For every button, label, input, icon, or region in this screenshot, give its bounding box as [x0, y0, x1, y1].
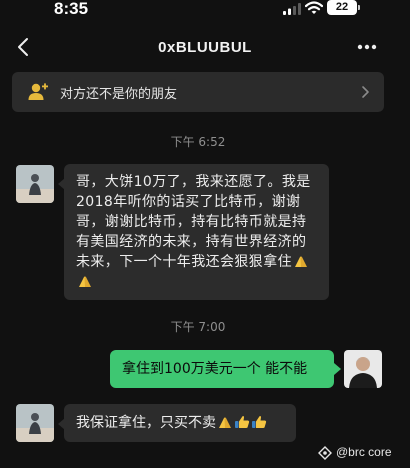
message-text: 拿住到100万美元一个 能不能	[122, 361, 308, 377]
person-add-icon	[28, 83, 48, 100]
chat-header: 0xBLUUBUL	[0, 30, 410, 66]
status-time: 8:35	[54, 0, 89, 18]
battery-tip	[358, 5, 360, 10]
avatar-image	[16, 404, 54, 442]
thumbs-up-emoji	[252, 416, 267, 428]
chevron-right-icon	[362, 86, 369, 98]
thumbs-up-emoji	[235, 416, 250, 428]
message-text: 哥，大饼10万了，我来还愿了。我是2018年听你的话买了比特币，谢谢哥，谢谢比特…	[76, 174, 311, 270]
not-friend-banner[interactable]: 对方还不是你的朋友	[12, 72, 384, 112]
battery-level: 22	[335, 1, 349, 13]
folded-hands-emoji	[219, 417, 231, 428]
self-avatar[interactable]	[344, 350, 382, 388]
message-bubble-outgoing[interactable]: 拿住到100万美元一个 能不能	[110, 350, 334, 388]
message-bubble-incoming[interactable]: 哥，大饼10万了，我来还愿了。我是2018年听你的话买了比特币，谢谢哥，谢谢比特…	[64, 164, 329, 300]
banner-text: 对方还不是你的朋友	[60, 87, 178, 102]
folded-hands-emoji	[295, 256, 307, 267]
more-dots-icon[interactable]	[355, 38, 379, 56]
avatar-image	[16, 165, 54, 203]
wifi-icon	[305, 1, 323, 14]
contact-avatar[interactable]	[16, 165, 54, 203]
message-bubble-incoming[interactable]: 我保证拿住，只买不卖	[64, 404, 296, 442]
message-timestamp: 下午 6:52	[170, 135, 226, 149]
message-text: 我保证拿住，只买不卖	[76, 415, 216, 431]
avatar-image	[344, 350, 382, 388]
chevron-left-icon[interactable]	[14, 36, 34, 58]
message-timestamp: 下午 7:00	[170, 320, 226, 334]
logo-icon	[318, 446, 332, 460]
status-bar: 8:35 22	[0, 0, 410, 22]
chat-title: 0xBLUUBUL	[158, 39, 252, 56]
signal-icon	[283, 3, 301, 15]
watermark-text: @brc core	[336, 445, 392, 459]
bubble-tail	[334, 363, 341, 375]
contact-avatar[interactable]	[16, 404, 54, 442]
folded-hands-emoji	[79, 276, 91, 287]
watermark: @brc core	[318, 444, 410, 462]
battery-indicator: 22	[327, 0, 357, 15]
